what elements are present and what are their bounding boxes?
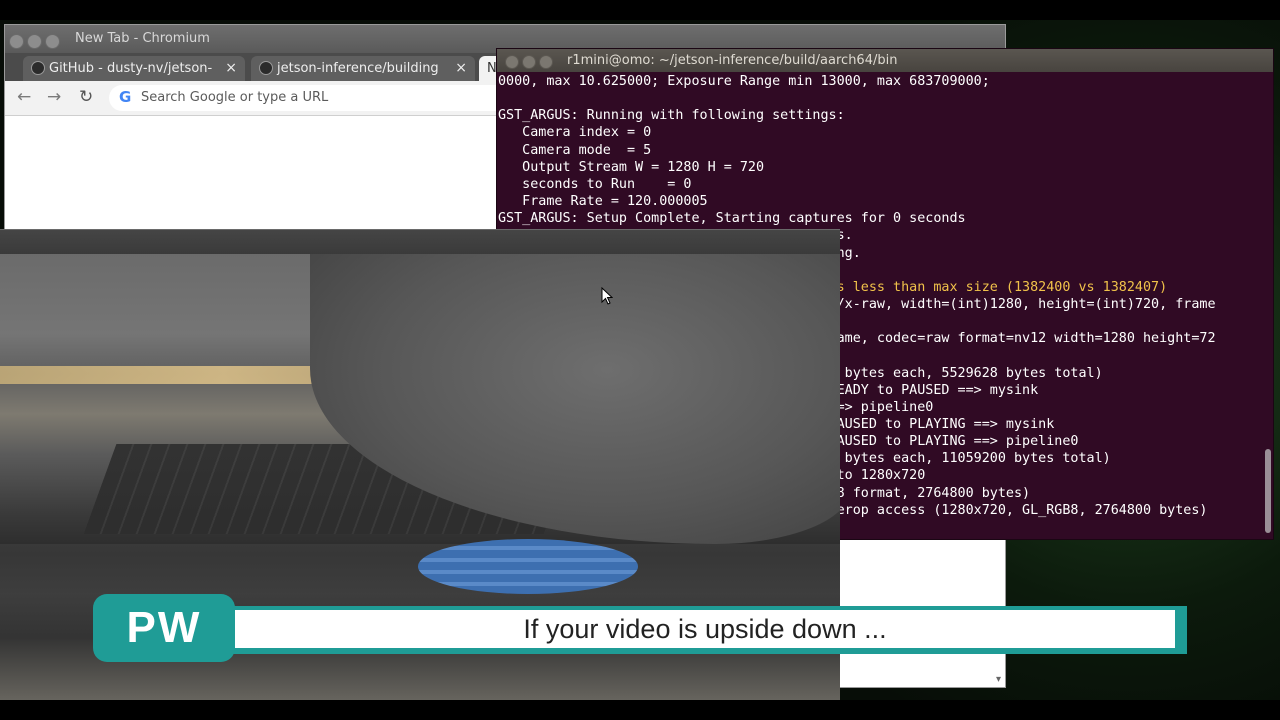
back-icon[interactable]: ← [17,87,31,107]
close-window-button[interactable] [9,34,24,49]
caption-text: If your video is upside down ... [523,614,887,644]
close-icon[interactable]: × [225,56,237,81]
omnibox-placeholder: Search Google or type a URL [141,90,329,105]
forward-icon[interactable]: → [47,87,61,107]
github-icon [259,61,273,75]
tab-label: GitHub - dusty-nv/jetson- [49,61,213,76]
close-window-button[interactable] [505,55,519,69]
channel-logo: PW [93,594,235,662]
terminal-line: Frame Rate = 120.000005 [498,194,708,210]
video-titlebar[interactable] [0,229,840,255]
terminal-titlebar[interactable]: r1mini@omo: ~/jetson-inference/build/aar… [497,49,1273,72]
google-icon: G [119,88,132,106]
terminal-line: GST_ARGUS: Running with following settin… [498,108,845,124]
terminal-line: GST_ARGUS: Setup Complete, Starting capt… [498,211,966,227]
terminal-line: Output Stream W = 1280 H = 720 [498,159,765,175]
minimize-window-button[interactable] [522,55,536,69]
channel-logo-text: PW [126,603,202,652]
terminal-line: Camera index = 0 [498,125,652,141]
tab-label: jetson-inference/building [277,61,439,76]
terminal-line: seconds to Run = 0 [498,176,692,192]
mouse-pointer-icon [601,287,613,305]
browser-window-title: New Tab - Chromium [75,31,210,46]
terminal-title: r1mini@omo: ~/jetson-inference/build/aar… [567,53,898,68]
minimize-window-button[interactable] [27,34,42,49]
letterbox-top [0,0,1280,20]
tab-github[interactable]: GitHub - dusty-nv/jetson- × [23,56,245,81]
letterbox-bottom [0,700,1280,720]
reload-icon[interactable]: ↻ [79,87,93,107]
video-caption-overlay: If your video is upside down ... PW [93,594,1187,662]
maximize-window-button[interactable] [539,55,553,69]
terminal-line: Camera mode = 5 [498,142,652,158]
scene-blue-object [418,539,638,594]
github-icon [31,61,45,75]
terminal-scrollbar[interactable] [1265,449,1271,533]
scroll-down-arrow[interactable]: ▾ [996,674,1001,685]
maximize-window-button[interactable] [45,34,60,49]
close-icon[interactable]: × [455,56,467,81]
terminal-line: 0000, max 10.625000; Exposure Range min … [498,74,990,89]
omnibox[interactable]: G Search Google or type a URL [109,85,529,111]
tab-jetson-inference[interactable]: jetson-inference/building × [251,56,475,81]
